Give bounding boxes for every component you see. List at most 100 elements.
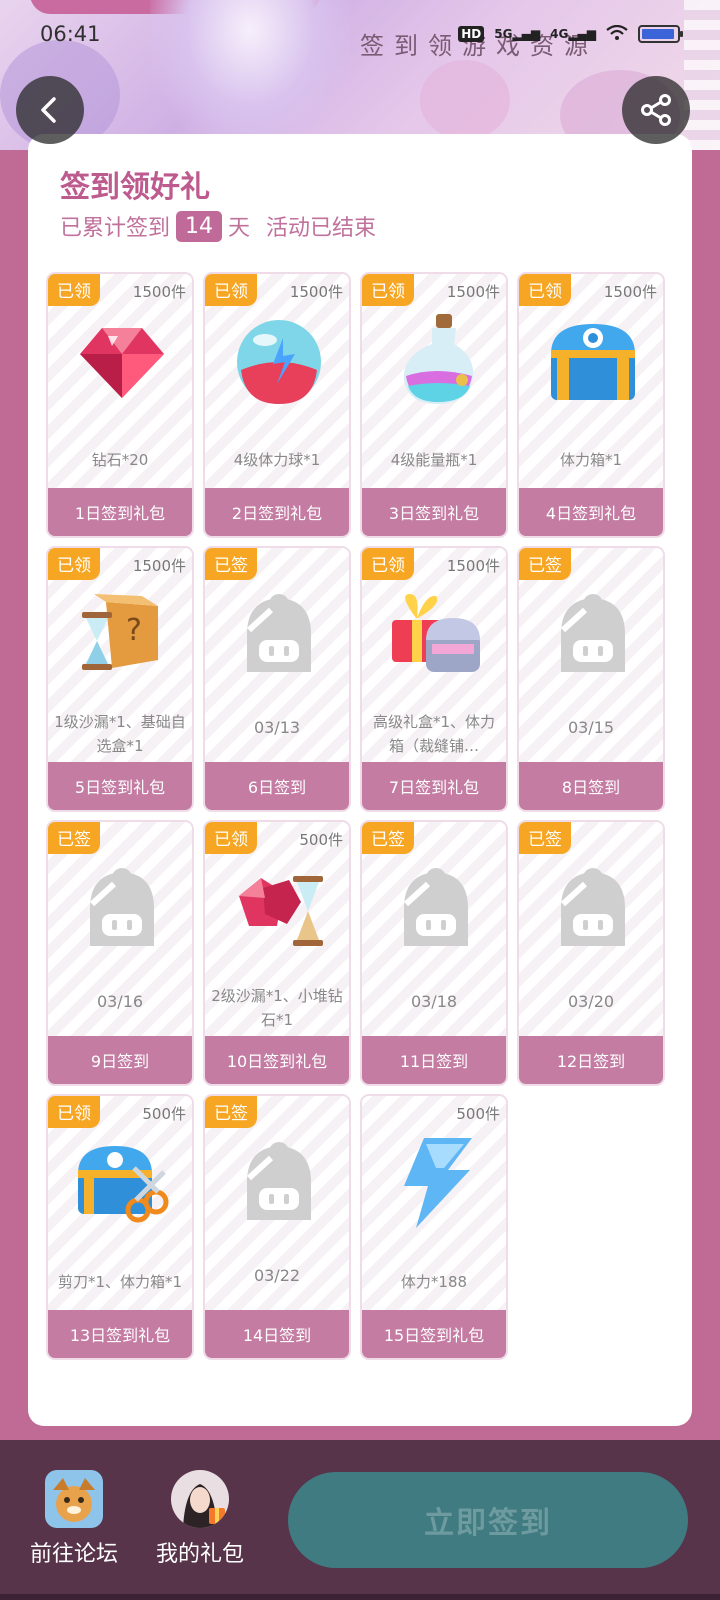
claim-status-badge: 已签 bbox=[48, 822, 100, 854]
checkin-date: 03/13 bbox=[253, 718, 301, 737]
chest-icon bbox=[543, 310, 643, 410]
share-button[interactable] bbox=[622, 76, 690, 144]
reward-description: 钻石*20 bbox=[91, 451, 149, 469]
reward-day-label: 7日签到礼包 bbox=[362, 762, 506, 810]
forum-app-icon bbox=[45, 1470, 103, 1528]
battery-icon bbox=[638, 25, 683, 43]
stock-count: 500件 bbox=[142, 1105, 186, 1123]
summary-prefix: 已累计签到 bbox=[60, 216, 171, 241]
reward-card[interactable]: 已签 03/18 11日签到 bbox=[360, 820, 508, 1086]
placeholder-icon bbox=[386, 858, 486, 958]
days-suffix: 天 bbox=[228, 216, 251, 241]
stock-count: 500件 bbox=[456, 1105, 500, 1123]
reward-day-label: 6日签到 bbox=[205, 762, 349, 810]
status-time: 06:41 bbox=[40, 22, 101, 46]
claim-status-badge: 已签 bbox=[519, 548, 571, 580]
gems-icon bbox=[229, 858, 329, 958]
reward-day-label: 9日签到 bbox=[48, 1036, 192, 1084]
reward-day-label: 5日签到礼包 bbox=[48, 762, 192, 810]
forum-button[interactable]: 前往论坛 bbox=[30, 1470, 118, 1568]
status-bar: 06:41 HD 5G▂▄▆ 4G▂▄▆ bbox=[40, 18, 683, 50]
signal-4g-icon: 4G▂▄▆ bbox=[550, 27, 596, 41]
reward-description: 剪刀*1、体力箱*1 bbox=[57, 1273, 183, 1291]
reward-day-label: 10日签到礼包 bbox=[205, 1036, 349, 1084]
reward-card[interactable]: 已签 03/15 8日签到 bbox=[517, 546, 665, 812]
claim-status-badge: 已领 bbox=[48, 548, 100, 580]
checkin-date: 03/18 bbox=[410, 992, 458, 1011]
chest2-icon bbox=[72, 1132, 172, 1232]
reward-description: 体力*188 bbox=[400, 1273, 468, 1291]
claim-status-badge: 已领 bbox=[519, 274, 571, 306]
reward-card[interactable]: 已领 1500件 体力箱*1 4日签到礼包 bbox=[517, 272, 665, 538]
orb-icon bbox=[229, 310, 329, 410]
system-nav-bar bbox=[0, 1594, 720, 1600]
reward-description: 高级礼盒*1、体力箱（裁缝铺… bbox=[372, 713, 496, 755]
reward-day-label: 13日签到礼包 bbox=[48, 1310, 192, 1358]
share-icon bbox=[641, 94, 671, 126]
placeholder-icon bbox=[543, 858, 643, 958]
stock-count: 500件 bbox=[299, 831, 343, 849]
chevron-left-icon bbox=[41, 97, 56, 123]
checkin-panel: 签到领好礼 已累计签到 14 天 活动已结束 已领 1500件 钻石*20 1日签到礼… bbox=[28, 134, 692, 1426]
stock-count: 1500件 bbox=[132, 557, 186, 575]
reward-card[interactable]: 已领 500件 2级沙漏*1、小堆钻石*1 10日签到礼包 bbox=[203, 820, 351, 1086]
placeholder-icon bbox=[543, 584, 643, 684]
reward-day-label: 3日签到礼包 bbox=[362, 488, 506, 536]
gift-avatar-icon bbox=[171, 1470, 229, 1528]
reward-card[interactable]: 已领 1500件? 1级沙漏*1、基础自选盒*1 5日签到礼包 bbox=[46, 546, 194, 812]
claim-status-badge: 已领 bbox=[362, 548, 414, 580]
claim-status-badge: 已领 bbox=[48, 1096, 100, 1128]
stock-count: 1500件 bbox=[446, 283, 500, 301]
checkin-date: 03/16 bbox=[96, 992, 144, 1011]
bolt-icon bbox=[386, 1132, 486, 1232]
reward-card[interactable]: 已签 03/13 6日签到 bbox=[203, 546, 351, 812]
reward-card[interactable]: 已领 1500件 4级体力球*1 2日签到礼包 bbox=[203, 272, 351, 538]
reward-day-label: 2日签到礼包 bbox=[205, 488, 349, 536]
gem-icon bbox=[72, 310, 172, 410]
potion-icon bbox=[386, 310, 486, 410]
reward-day-label: 12日签到 bbox=[519, 1036, 663, 1084]
back-button[interactable] bbox=[16, 76, 84, 144]
reward-card[interactable]: 已领 1500件 4级能量瓶*1 3日签到礼包 bbox=[360, 272, 508, 538]
reward-description: 体力箱*1 bbox=[559, 451, 623, 469]
gift-icon bbox=[386, 584, 486, 684]
stamp-edge bbox=[684, 0, 720, 150]
reward-description: 1级沙漏*1、基础自选盒*1 bbox=[54, 713, 186, 755]
claim-status-badge: 已签 bbox=[519, 822, 571, 854]
claim-status-badge: 已领 bbox=[48, 274, 100, 306]
activity-status: 活动已结束 bbox=[266, 216, 377, 241]
reward-day-label: 15日签到礼包 bbox=[362, 1310, 506, 1358]
reward-card[interactable]: 已签 03/16 9日签到 bbox=[46, 820, 194, 1086]
claim-status-badge: 已签 bbox=[205, 548, 257, 580]
checkin-date: 03/20 bbox=[567, 992, 615, 1011]
reward-day-label: 11日签到 bbox=[362, 1036, 506, 1084]
stock-count: 1500件 bbox=[132, 283, 186, 301]
bottom-bar: 前往论坛 我的礼包 立即签到 bbox=[0, 1440, 720, 1600]
claim-status-badge: 已领 bbox=[205, 822, 257, 854]
reward-day-label: 4日签到礼包 bbox=[519, 488, 663, 536]
reward-day-label: 8日签到 bbox=[519, 762, 663, 810]
stock-count: 1500件 bbox=[446, 557, 500, 575]
claim-status-badge: 已签 bbox=[362, 822, 414, 854]
reward-card[interactable]: 已领 1500件钻石*20 1日签到礼包 bbox=[46, 272, 194, 538]
reward-card[interactable]: 已签 03/22 14日签到 bbox=[203, 1094, 351, 1360]
placeholder-icon bbox=[72, 858, 172, 958]
my-gifts-label: 我的礼包 bbox=[156, 1542, 245, 1567]
checkin-date: 03/22 bbox=[253, 1266, 301, 1285]
reward-day-label: 1日签到礼包 bbox=[48, 488, 192, 536]
checkin-now-button[interactable]: 立即签到 bbox=[288, 1472, 688, 1568]
stock-count: 1500件 bbox=[289, 283, 343, 301]
reward-card[interactable]: 已签 03/20 12日签到 bbox=[517, 820, 665, 1086]
reward-card[interactable]: 500件体力*188 15日签到礼包 bbox=[360, 1094, 508, 1360]
wifi-icon bbox=[606, 24, 628, 44]
box-icon: ? bbox=[72, 584, 172, 684]
checkin-date: 03/15 bbox=[567, 718, 615, 737]
checkin-summary: 已累计签到 14 天 活动已结束 bbox=[60, 210, 376, 242]
reward-card[interactable]: 已领 500件剪刀*1、体力箱*1 13日签到礼包 bbox=[46, 1094, 194, 1360]
reward-day-label: 14日签到 bbox=[205, 1310, 349, 1358]
my-gifts-button[interactable]: 我的礼包 bbox=[156, 1470, 244, 1568]
reward-description: 4级能量瓶*1 bbox=[390, 451, 478, 469]
reward-card[interactable]: 已领 1500件高级礼盒*1、体力箱（裁缝铺… 7日签到礼包 bbox=[360, 546, 508, 812]
svg-text:?: ? bbox=[126, 613, 142, 648]
hd-indicator: HD bbox=[458, 26, 485, 42]
